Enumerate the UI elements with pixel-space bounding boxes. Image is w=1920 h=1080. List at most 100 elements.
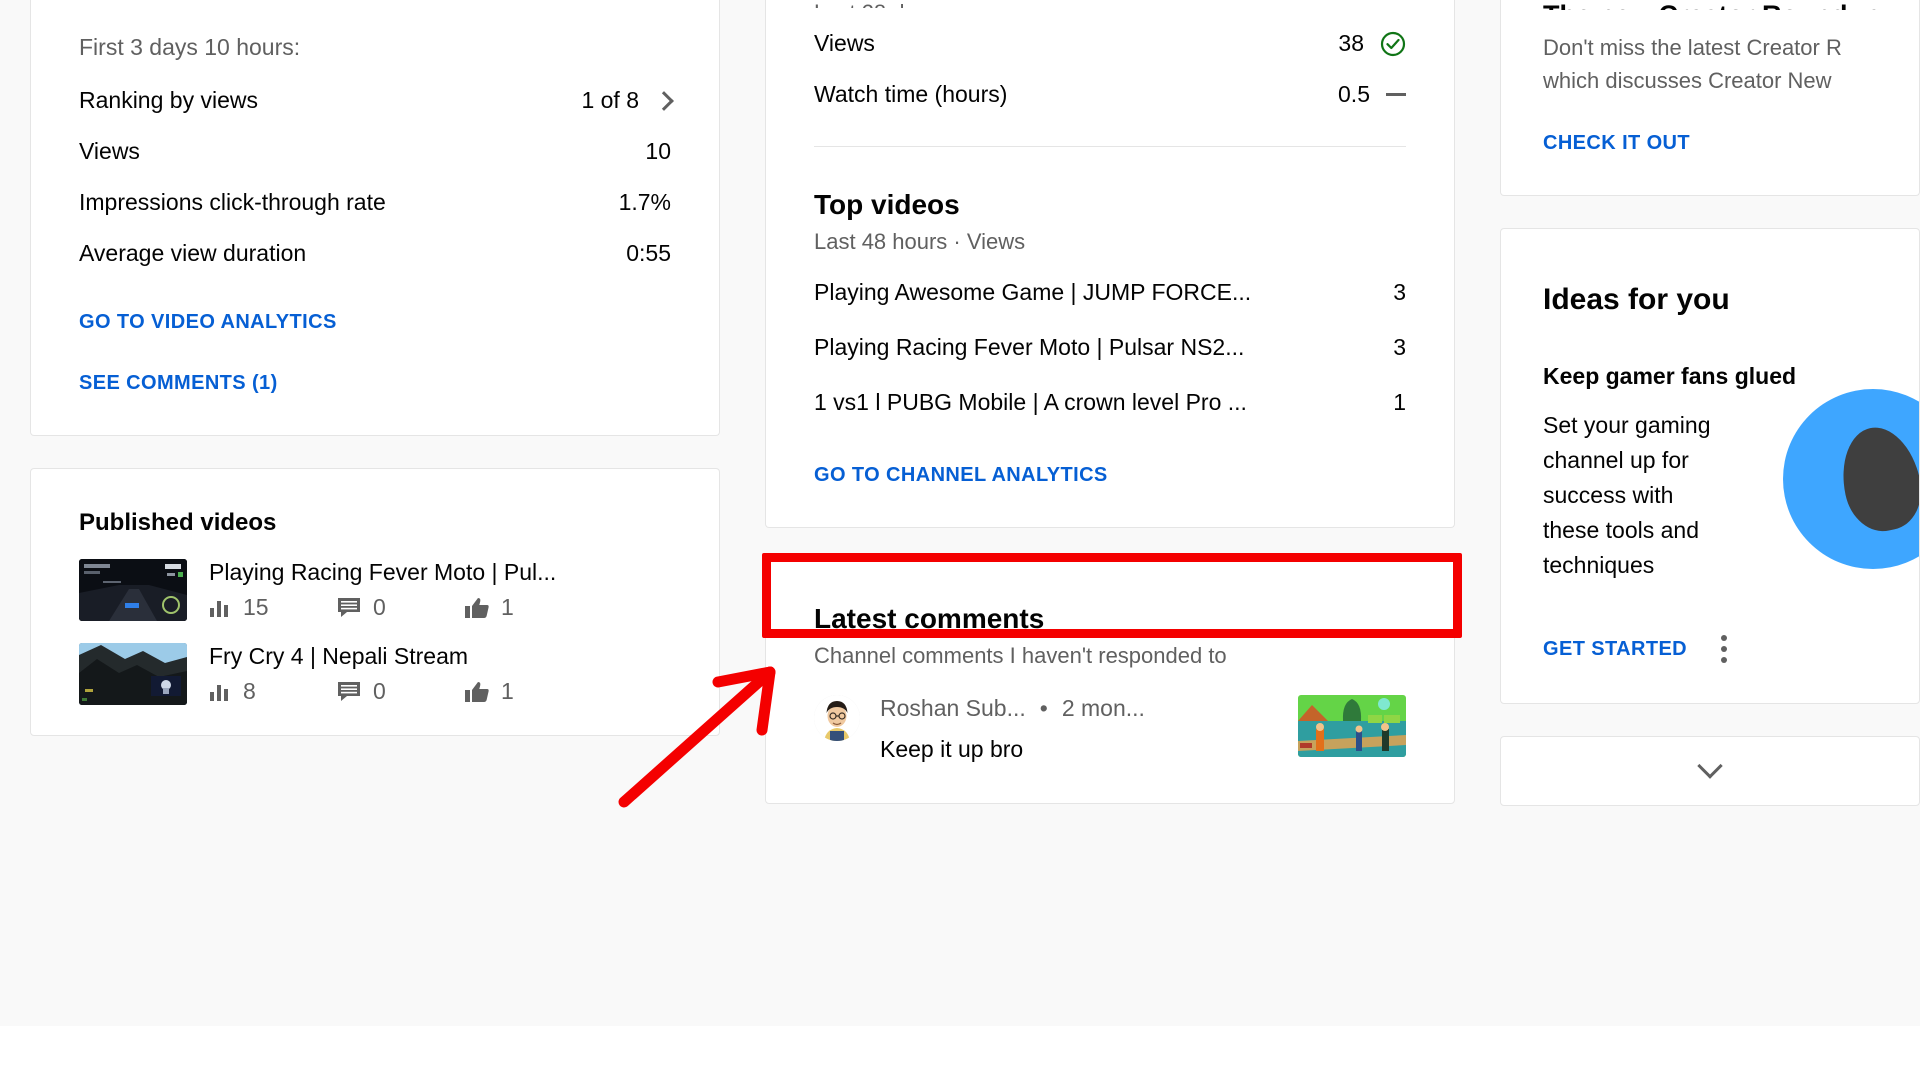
idea-actions: GET STARTED (1501, 583, 1919, 703)
comment-time: 2 mon... (1061, 695, 1145, 721)
creator-roundup-body-line2: which discusses Creator New (1543, 68, 1832, 94)
video-thumbnail[interactable] (79, 643, 187, 705)
video-stats: 15 0 1 (209, 594, 671, 621)
idea-headline: Keep gamer fans glued (1543, 363, 1797, 390)
thumbs-up-icon (465, 681, 489, 703)
creator-roundup-body-line1: Don't miss the latest Creator R (1543, 35, 1842, 60)
channel-metric-watch-time: Watch time (hours) 0.5 (766, 69, 1454, 120)
video-thumbnail[interactable] (79, 559, 187, 621)
first-days-label: First 3 days 10 hours: (79, 34, 301, 60)
channel-analytics-link-wrap: GO TO CHANNEL ANALYTICS (766, 430, 1454, 527)
creator-roundup-title: The new Creator Roundup (1501, 0, 1919, 10)
youtube-studio-dashboard: First 3 days 10 hours: Ranking by views … (0, 0, 1920, 1080)
views-stat: 15 (209, 594, 337, 621)
metric-value: 10 (645, 138, 671, 164)
center-column: Last 28 days Views 38 Watch (765, 0, 1455, 836)
channel-metric-views: Views 38 (766, 8, 1454, 69)
expand-row[interactable] (1501, 737, 1919, 805)
latest-comments-card: Latest comments Channel comments I haven… (765, 560, 1455, 804)
avatar[interactable] (814, 695, 860, 741)
comment-separator: • (1039, 695, 1048, 721)
comment-video-thumbnail[interactable] (1298, 695, 1406, 757)
top-videos-subtitle: Last 48 hours · Views (814, 229, 1026, 254)
right-column: The new Creator Roundup Don't miss the l… (1500, 0, 1920, 838)
metric-row-ranking[interactable]: Ranking by views 1 of 8 (31, 75, 719, 126)
comment-author: Roshan Sub... (880, 695, 1026, 721)
video-stats: 8 0 1 (209, 678, 671, 705)
idea-description: Set your gaming channel up for success w… (1543, 412, 1711, 579)
top-video-views: 3 (1393, 334, 1406, 360)
chevron-down-icon[interactable] (1697, 753, 1723, 779)
metric-value: 38 (1338, 30, 1364, 56)
left-column: First 3 days 10 hours: Ranking by views … (30, 0, 720, 768)
metric-label: Average view duration (79, 240, 307, 266)
comment-icon (337, 597, 361, 618)
bar-chart-icon (209, 598, 231, 618)
top-videos-title: Top videos (814, 189, 960, 220)
comments-stat: 0 (337, 678, 465, 705)
metric-value: 1 of 8 (581, 87, 639, 113)
top-video-title: 1 vs1 l PUBG Mobile | A crown level Pro … (814, 389, 1247, 415)
latest-comments-subtitle: Channel comments I haven't responded to (814, 643, 1227, 668)
top-video-row[interactable]: Playing Awesome Game | JUMP FORCE... 3 (766, 255, 1454, 320)
video-title: Playing Racing Fever Moto | Pul... (209, 559, 557, 585)
metric-label: Views (814, 30, 875, 56)
comments-count: 0 (373, 678, 386, 704)
latest-comments-title: Latest comments (814, 603, 1045, 634)
top-video-row[interactable]: 1 vs1 l PUBG Mobile | A crown level Pro … (766, 375, 1454, 430)
get-started-button[interactable]: GET STARTED (1543, 638, 1687, 661)
ideas-for-you-card: Ideas for you Keep gamer fans glued Set … (1500, 228, 1920, 705)
top-video-title: Playing Racing Fever Moto | Pulsar NS2..… (814, 334, 1245, 360)
published-videos-card: Published videos Playing Racing Fever Mo… (30, 468, 720, 736)
dash-icon (1386, 93, 1406, 96)
comment-icon (337, 681, 361, 702)
metric-label: Impressions click-through rate (79, 189, 386, 215)
creator-roundup-cta-wrap: CHECK IT OUT (1501, 96, 1919, 195)
metric-label: Views (79, 138, 140, 164)
check-circle-icon (1380, 31, 1406, 57)
creator-roundup-card: The new Creator Roundup Don't miss the l… (1500, 0, 1920, 197)
likes-count: 1 (501, 594, 514, 620)
comments-count: 0 (373, 594, 386, 620)
dashboard-canvas: First 3 days 10 hours: Ranking by views … (0, 0, 1920, 1026)
metric-label: Ranking by views (79, 87, 258, 113)
expander-card[interactable] (1500, 736, 1920, 807)
video-performance-card: First 3 days 10 hours: Ranking by views … (30, 0, 720, 436)
likes-stat: 1 (465, 594, 593, 621)
list-item[interactable]: Roshan Sub... • 2 mon... Keep it up bro (766, 669, 1454, 803)
metric-row-ctr: Impressions click-through rate 1.7% (31, 177, 719, 228)
ideas-for-you-title: Ideas for you (1543, 283, 1730, 317)
views-count: 15 (243, 594, 269, 620)
channel-period-label: Last 28 days (766, 0, 1454, 8)
likes-stat: 1 (465, 678, 593, 705)
comment-body: Roshan Sub... • 2 mon... Keep it up bro (880, 695, 1278, 763)
list-item[interactable]: Playing Racing Fever Moto | Pul... 15 0 … (31, 537, 719, 621)
chevron-right-icon (654, 90, 674, 111)
see-comments-link[interactable]: SEE COMMENTS (1) (79, 372, 671, 395)
metric-value: 1.7% (618, 189, 671, 215)
thumbs-up-icon (465, 597, 489, 619)
top-video-views: 1 (1393, 389, 1406, 415)
views-stat: 8 (209, 678, 337, 705)
likes-count: 1 (501, 678, 514, 704)
left-card-links: GO TO VIDEO ANALYTICS SEE COMMENTS (1) (31, 279, 719, 435)
published-videos-title: Published videos (79, 509, 277, 536)
top-video-title: Playing Awesome Game | JUMP FORCE... (814, 279, 1252, 305)
comments-stat: 0 (337, 594, 465, 621)
channel-analytics-card: Last 28 days Views 38 Watch (765, 0, 1455, 528)
list-item[interactable]: Fry Cry 4 | Nepali Stream 8 0 1 (31, 621, 719, 735)
bar-chart-icon (209, 682, 231, 702)
top-video-views: 3 (1393, 279, 1406, 305)
comment-text: Keep it up bro (880, 736, 1024, 762)
top-video-row[interactable]: Playing Racing Fever Moto | Pulsar NS2..… (766, 320, 1454, 375)
metric-value: 0:55 (626, 240, 671, 266)
check-it-out-button[interactable]: CHECK IT OUT (1543, 132, 1690, 155)
metric-row-avg-duration: Average view duration 0:55 (31, 228, 719, 279)
kebab-menu-icon[interactable] (1721, 635, 1728, 664)
idea-illustration (1783, 389, 1919, 570)
go-to-channel-analytics-link[interactable]: GO TO CHANNEL ANALYTICS (814, 464, 1108, 487)
metric-value: 0.5 (1338, 81, 1370, 107)
go-to-video-analytics-link[interactable]: GO TO VIDEO ANALYTICS (79, 311, 671, 334)
metric-label: Watch time (hours) (814, 81, 1008, 107)
views-count: 8 (243, 678, 256, 704)
